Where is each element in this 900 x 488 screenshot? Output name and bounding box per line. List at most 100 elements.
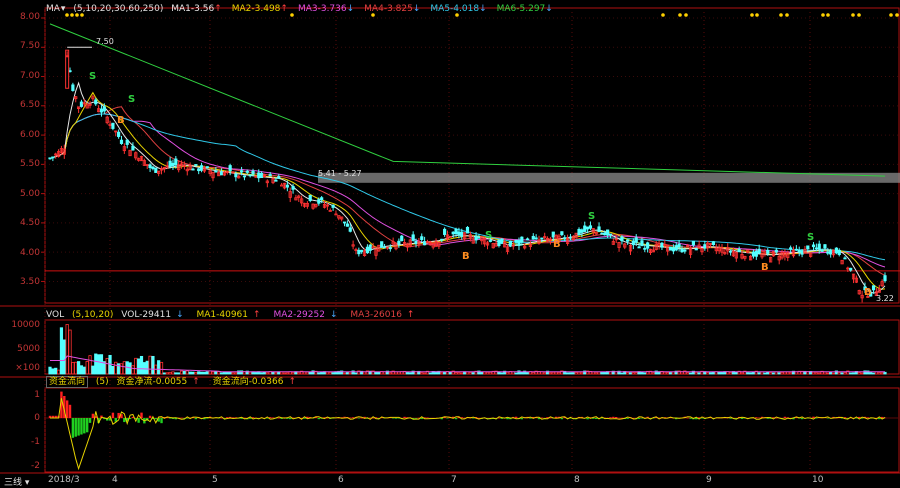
event-marker — [755, 13, 759, 17]
axis-menu[interactable]: 三线 ▾ — [4, 475, 29, 488]
vol-ma3: MA3-26016 ↑ — [350, 310, 415, 320]
range-label: 5.41 - 5.27 — [318, 169, 362, 178]
candle-body — [583, 225, 587, 232]
flow-bar — [617, 417, 621, 419]
volume-bar — [603, 371, 607, 375]
flow-bar — [391, 418, 395, 419]
candle-body — [540, 237, 544, 240]
vol-indicator-name[interactable]: VOL — [46, 310, 64, 320]
candle-body — [443, 228, 447, 235]
candle-body — [197, 168, 201, 172]
candle-body — [397, 240, 401, 245]
vol-ma2: MA2-29252 ↓ — [273, 310, 338, 320]
volume-legend: VOL (5,10,20) VOL-29411 ↓ MA1-40961 ↑ MA2-… — [46, 310, 424, 321]
candle-body — [520, 236, 524, 243]
candle-body — [626, 239, 630, 242]
flow-bar — [289, 418, 292, 420]
candle-body — [674, 245, 678, 251]
candle-body — [568, 236, 573, 239]
sell-signal: S — [807, 232, 815, 243]
candle-body — [414, 240, 418, 244]
volume-bar — [471, 372, 475, 375]
candle-body — [268, 174, 272, 177]
flow-bar — [420, 418, 423, 420]
candle-body — [94, 99, 98, 105]
candle-body — [457, 231, 461, 236]
buy-signal: B — [761, 262, 769, 273]
flow-bar — [520, 418, 524, 420]
ma-value-ma6: MA6-5.297↓ — [496, 4, 553, 14]
candle-body — [834, 247, 838, 254]
flow-bar — [614, 417, 618, 418]
candle-body — [797, 249, 801, 253]
volume-bar — [428, 372, 432, 375]
flow-bar — [866, 417, 870, 418]
candle-body — [849, 267, 853, 271]
candle-body — [508, 240, 512, 247]
flow-indicator-name[interactable]: 资金流向 — [46, 376, 89, 388]
candle-body — [199, 165, 204, 171]
volume-bar — [82, 366, 86, 375]
dropdown-icon[interactable]: ▾ — [61, 4, 66, 14]
volume-bar — [137, 358, 141, 375]
candle-body — [820, 249, 824, 252]
candle-body — [500, 238, 504, 244]
candle-body — [737, 248, 741, 253]
candle-body — [497, 239, 501, 246]
candle-body — [871, 285, 876, 291]
y-tick-7: 7.00 — [19, 71, 40, 81]
flow-bar — [148, 415, 152, 418]
volume-bar — [377, 371, 381, 375]
buy-signal: B — [864, 287, 872, 298]
volume-bar — [697, 372, 701, 375]
flow-bar — [317, 418, 321, 420]
flow-params: (5) — [95, 377, 109, 387]
candle-body — [174, 158, 178, 166]
ma-values: MA1-3.56↑ MA2-3.498↑ MA3-3.736↓ MA4-3.825↓ M… — [171, 4, 563, 14]
volume-bar — [94, 353, 98, 375]
flow-bar — [586, 418, 589, 420]
volume-bar — [777, 372, 781, 375]
candle-body — [345, 223, 349, 227]
candle-body — [811, 244, 816, 248]
flow-bar — [506, 418, 509, 420]
volume-bar — [191, 371, 195, 375]
candle-body — [291, 186, 295, 190]
candle-body — [754, 250, 758, 257]
event-marker — [889, 13, 893, 17]
flow-bar — [271, 417, 275, 418]
candle-body — [531, 235, 535, 240]
candle-body — [823, 244, 827, 249]
flow-bar — [351, 417, 355, 418]
candle-body — [683, 249, 687, 252]
flow-bar — [426, 417, 429, 419]
ma-indicator-name[interactable]: MA — [46, 4, 60, 14]
event-marker — [684, 13, 688, 17]
sell-signal: S — [485, 230, 493, 241]
candle-body — [728, 250, 733, 253]
candle-body — [260, 172, 264, 178]
candle-body — [608, 233, 613, 236]
flow-item2: 资金流向-0.0366 ↑ — [212, 377, 296, 387]
volume-bar — [97, 354, 101, 375]
flow-bar — [800, 418, 804, 420]
stock-chart[interactable] — [0, 0, 900, 488]
candle-body — [757, 248, 761, 254]
flow-tick-0: 0 — [34, 413, 40, 423]
candle-body — [694, 248, 698, 251]
volume-bar — [620, 372, 624, 375]
event-marker — [857, 13, 861, 17]
flow-bar — [637, 418, 641, 419]
flow-bar — [612, 416, 615, 418]
y-tick-7-5: 7.50 — [19, 41, 40, 51]
candle-body — [348, 227, 352, 232]
x-label-5: 5 — [212, 475, 218, 485]
candle-body — [308, 194, 312, 201]
volume-bar — [688, 372, 693, 375]
y-tick-4-5: 4.50 — [19, 218, 40, 228]
y-tick-6: 6.00 — [19, 130, 40, 140]
flow-bar — [560, 418, 564, 420]
candle-body — [151, 166, 155, 170]
candle-body — [806, 245, 810, 250]
volume-bar — [197, 371, 201, 375]
